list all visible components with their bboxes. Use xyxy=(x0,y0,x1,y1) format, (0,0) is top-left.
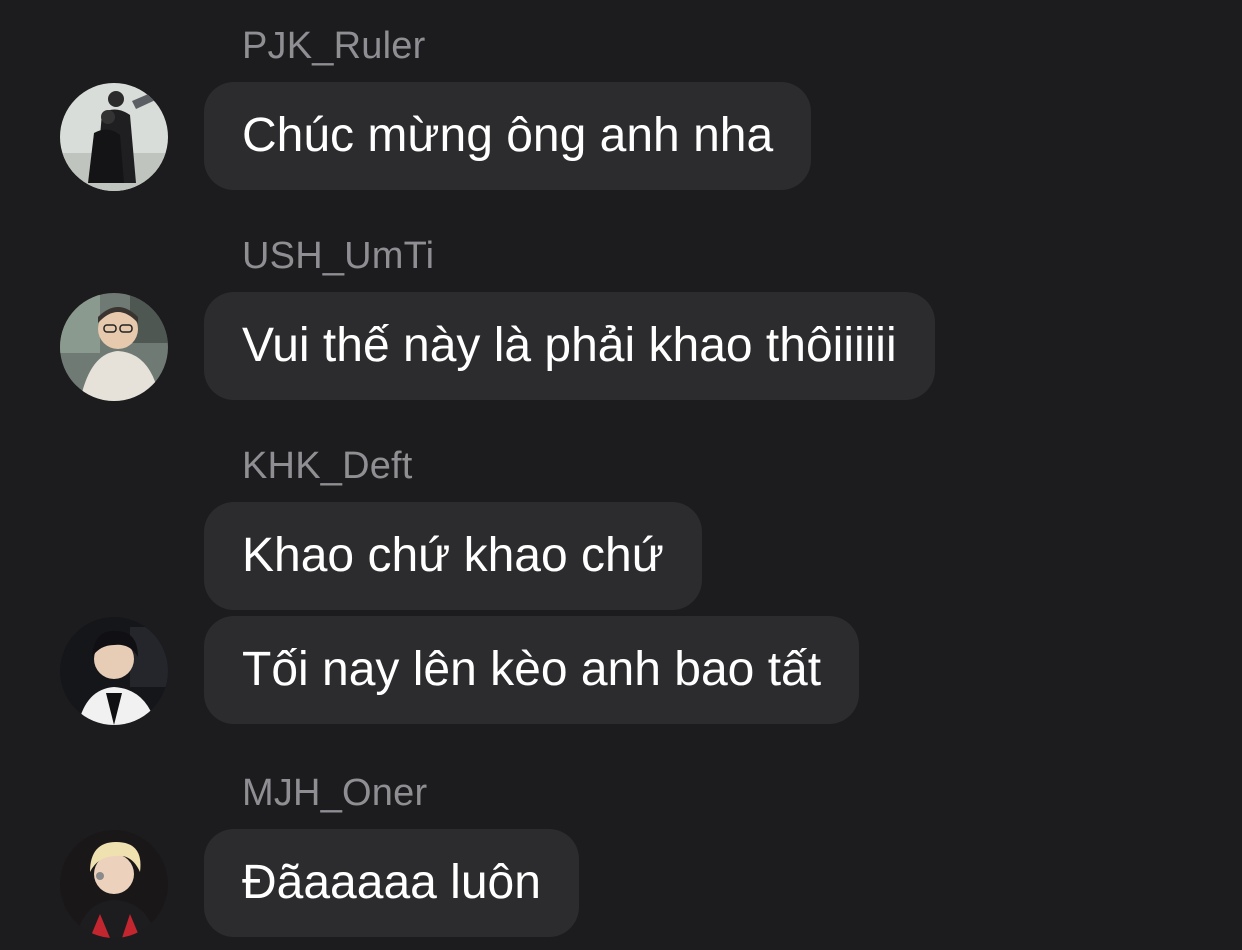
message-bubble[interactable]: Tối nay lên kèo anh bao tất xyxy=(204,616,860,724)
user-photo-avatar[interactable] xyxy=(60,293,168,401)
message-bubble[interactable]: Khao chứ khao chứ xyxy=(204,502,702,610)
message-bubble[interactable]: Chúc mừng ông anh nha xyxy=(204,82,812,190)
sender-name: MJH_Oner xyxy=(242,772,428,814)
avatar-image xyxy=(60,617,168,725)
sender-name: USH_UmTi xyxy=(242,235,435,277)
chat-thread: PJK_Ruler Chúc mừng ông anh nha USH_UmTi xyxy=(0,0,1242,950)
avatar-image xyxy=(60,83,168,191)
user-photo-avatar[interactable] xyxy=(60,617,168,725)
avatar-image xyxy=(60,830,168,938)
avatar-image xyxy=(60,293,168,401)
sender-name: PJK_Ruler xyxy=(242,25,426,67)
user-photo-avatar[interactable] xyxy=(60,83,168,191)
message-bubble[interactable]: Vui thế này là phải khao thôiiiiii xyxy=(204,292,935,400)
message-bubble[interactable]: Đãaaaaa luôn xyxy=(204,829,579,937)
user-photo-avatar[interactable] xyxy=(60,830,168,938)
sender-name: KHK_Deft xyxy=(242,445,413,487)
